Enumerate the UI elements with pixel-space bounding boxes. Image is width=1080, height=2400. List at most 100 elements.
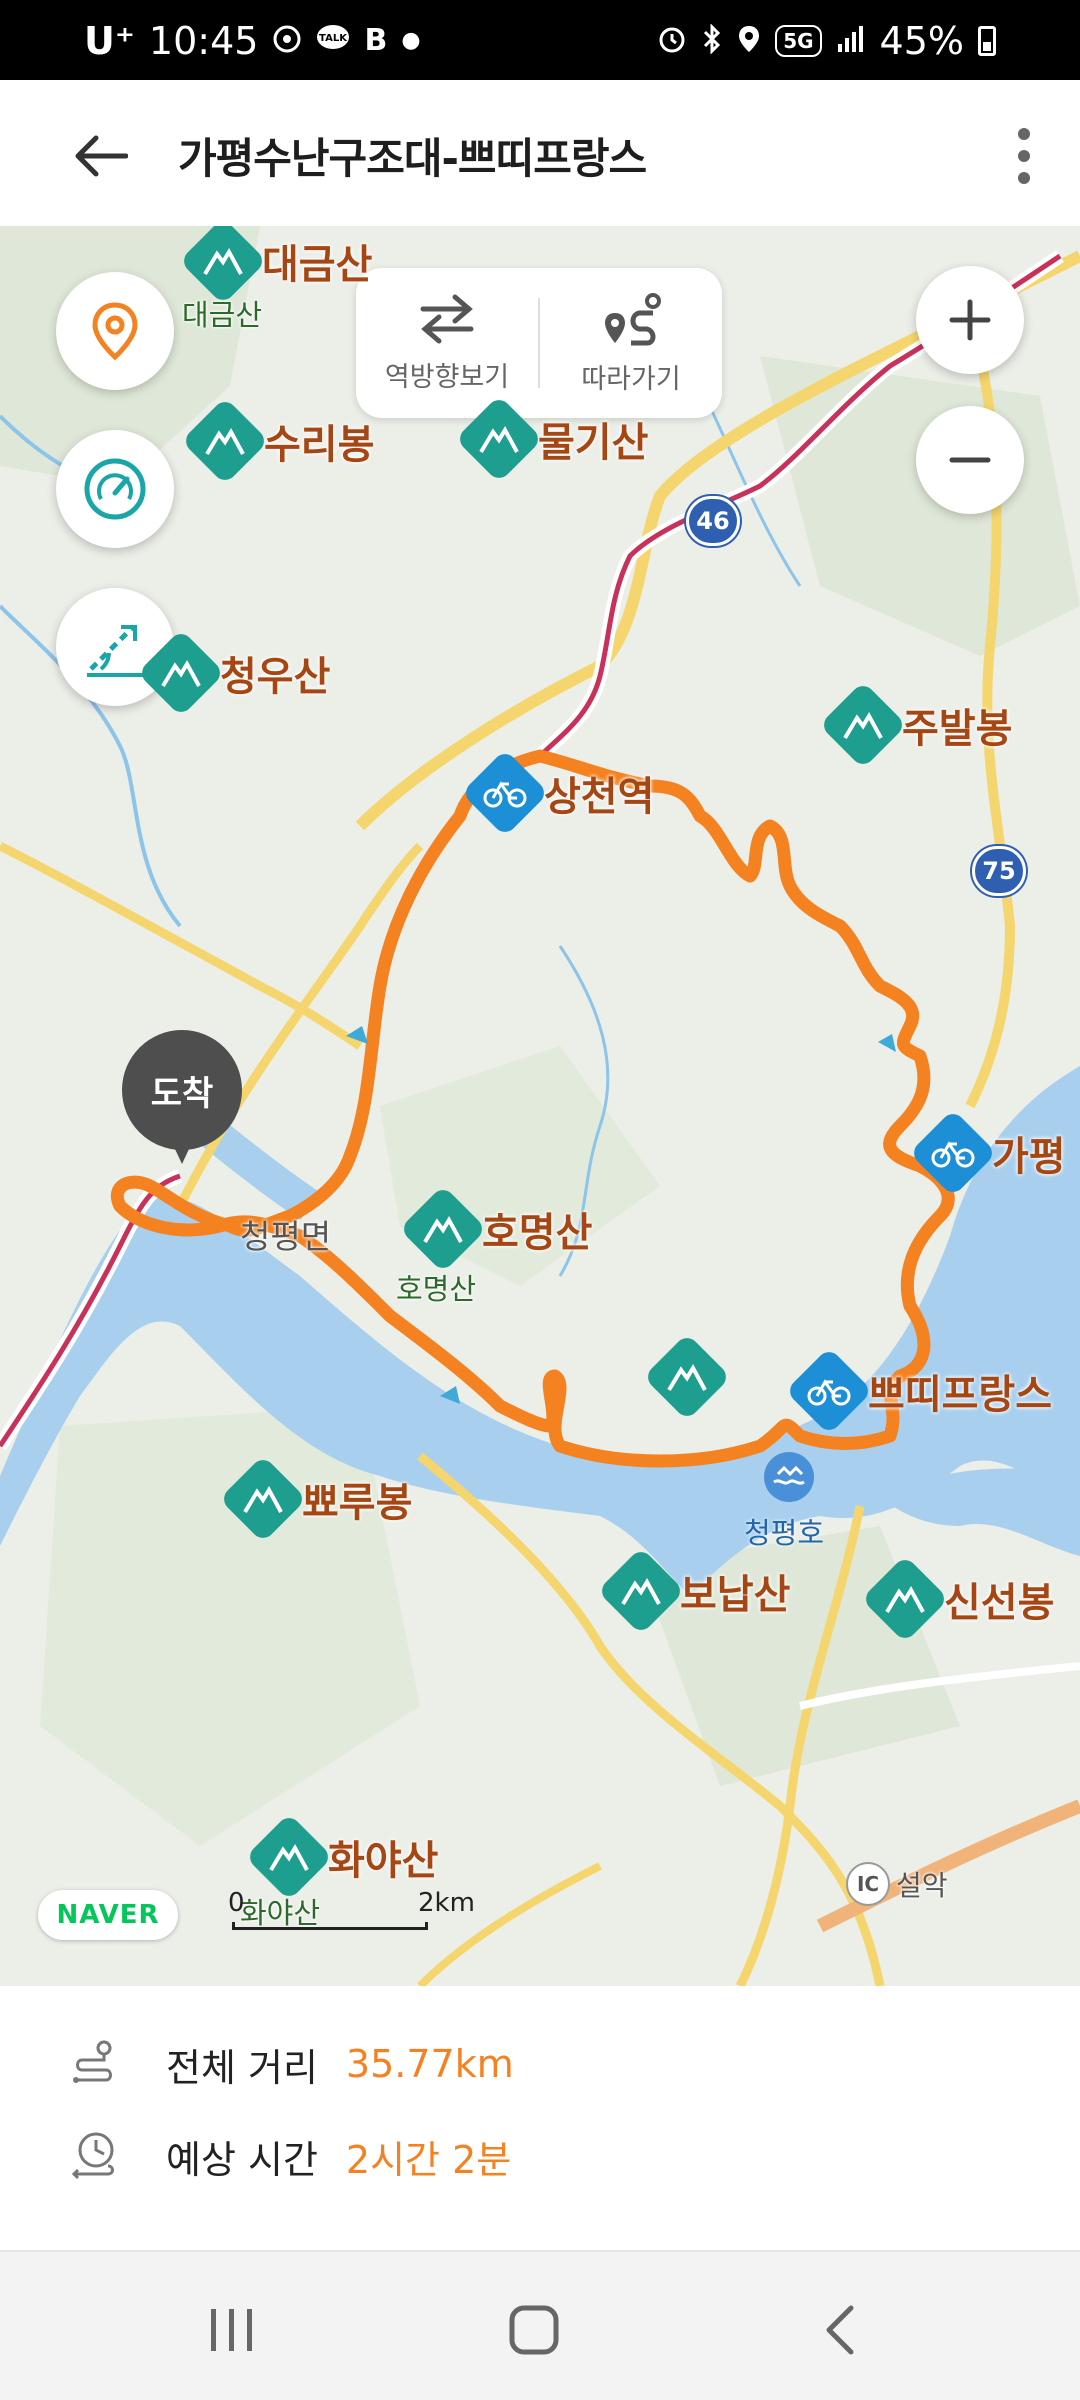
bluetooth-icon [701, 22, 723, 59]
zoom-in-button[interactable] [916, 266, 1024, 374]
reverse-direction-button[interactable]: 역방향보기 [356, 268, 538, 418]
place-label: 주발봉 [902, 706, 1013, 752]
interchange-badge: IC [846, 1862, 890, 1906]
place-label: 뾰루봉 [302, 1480, 413, 1526]
place-bonapsan[interactable]: 보납산 [597, 1547, 791, 1635]
signal-icon [836, 24, 866, 59]
slope-icon [87, 625, 143, 677]
back-button[interactable] [64, 120, 136, 192]
distance-row: 전체 거리 35.77km [66, 2032, 514, 2096]
recents-button[interactable] [182, 2280, 282, 2380]
route-distance-icon [66, 2036, 122, 2092]
zoom-out-button[interactable] [916, 406, 1024, 514]
interchange-label: IC [856, 1872, 880, 1896]
back-icon [826, 2305, 854, 2355]
lake-label-cheongpyeong: 청평호 [744, 1516, 825, 1550]
route-toolbox: 역방향보기 따라가기 [356, 268, 722, 418]
mountain-icon [597, 1547, 685, 1635]
reverse-direction-label: 역방향보기 [384, 361, 510, 393]
road-shield-46: 46 [686, 496, 740, 546]
place-label: 보납산 [680, 1572, 791, 1618]
place-label: 가평 [992, 1134, 1066, 1180]
arrival-label: 도착 [150, 1073, 214, 1114]
app-header: 가평수난구조대-쁘띠프랑스 [0, 80, 1080, 226]
more-menu-button[interactable] [988, 120, 1060, 192]
area-label-cheongpyeong: 청평면 [240, 1217, 332, 1256]
network-type-badge: 5G [775, 25, 822, 57]
scale-bar [232, 1922, 428, 1930]
scale-max-label: 2km [418, 1888, 475, 1918]
location-pin-icon [92, 302, 138, 361]
road-shield-75: 75 [972, 846, 1026, 896]
place-suribong[interactable]: 수리봉 [181, 397, 374, 485]
battery-percent: 45% [879, 19, 964, 63]
distance-value: 35.77km [345, 2042, 514, 2086]
place-cheongusan[interactable]: 청우산 [137, 629, 331, 717]
mountain-icon [643, 1333, 731, 1421]
bicycle-icon [909, 1109, 997, 1197]
arrival-pin[interactable]: 도착 [122, 1030, 242, 1174]
place-sangcheon-station[interactable]: 상천역 [461, 749, 654, 837]
swap-arrows-icon [420, 294, 474, 343]
system-nav-bar [0, 2250, 1080, 2400]
mountain-icon [399, 1185, 487, 1273]
more-notifications-icon: ● [401, 28, 421, 53]
scale-zero-label: 0 [228, 1888, 245, 1918]
place-petite-france[interactable]: 쁘띠프랑스 [785, 1347, 1052, 1435]
speed-mode-button[interactable] [56, 430, 174, 548]
mountain-icon [455, 395, 543, 483]
seorak-label: 설악 [896, 1869, 948, 1902]
mountain-icon [181, 397, 269, 485]
my-location-button[interactable] [56, 272, 174, 390]
bicycle-icon [785, 1347, 873, 1435]
place-label: 화야산 [328, 1838, 439, 1884]
place-sinseonbong[interactable]: 신선봉 [861, 1555, 1055, 1643]
place-ppyorubong[interactable]: 뾰루봉 [219, 1455, 413, 1543]
status-left: U⁺ 10:45 TALK B ● [84, 18, 421, 64]
place-sublabel-homyeongsan: 호명산 [396, 1272, 477, 1306]
bicycle-icon [461, 749, 549, 837]
home-button[interactable] [484, 2280, 584, 2380]
place-label: 쁘띠프랑스 [868, 1372, 1052, 1418]
place-label: 청우산 [220, 654, 331, 700]
arrival-pin-body: 도착 [122, 1030, 242, 1150]
place-hwayasan[interactable]: 화야산 [245, 1813, 439, 1901]
place-homyeongsan[interactable]: 호명산 [399, 1185, 593, 1273]
alarm-icon [657, 24, 687, 59]
status-bar: U⁺ 10:45 TALK B ● 5G 45% [0, 0, 1080, 80]
mountain-icon [861, 1555, 949, 1643]
arrival-pin-tip [168, 1134, 196, 1164]
distance-label: 전체 거리 [166, 2045, 318, 2090]
place-mulgisan[interactable]: 물기산 [455, 395, 648, 483]
map-view[interactable]: 역방향보기 따라가기 46 75 대금산 대금산 수리봉 물기산 청우산 주발봉 [0, 226, 1080, 1986]
place-label: 신선봉 [944, 1580, 1055, 1626]
carrier-label: U⁺ [84, 19, 135, 63]
naver-logo: NAVER [38, 1890, 178, 1940]
follow-route-button[interactable]: 따라가기 [540, 268, 722, 418]
status-right: 5G 45% [657, 18, 996, 64]
minus-icon [949, 457, 991, 463]
svg-text:TALK: TALK [319, 33, 348, 44]
follow-route-icon [605, 292, 661, 345]
time-value: 2시간 2분 [345, 2137, 512, 2182]
home-icon [509, 2305, 559, 2355]
place-label: 호명산 [482, 1210, 593, 1256]
page-title: 가평수난구조대-쁘띠프랑스 [178, 133, 647, 183]
clock: 10:45 [148, 19, 259, 63]
bike-app-icon [272, 24, 302, 59]
nav-back-button[interactable] [790, 2280, 890, 2380]
blog-icon: B [364, 23, 388, 58]
place-jubalbong[interactable]: 주발봉 [819, 681, 1013, 769]
place-daegeumsan[interactable]: 대금산 [179, 226, 373, 305]
route-info-panel: 전체 거리 35.77km 예상 시간 2시간 2분 [0, 1986, 1080, 2250]
time-label: 예상 시간 [166, 2137, 318, 2182]
kakaotalk-icon: TALK [316, 24, 350, 59]
place-label: 대금산 [262, 242, 373, 288]
location-icon [737, 24, 761, 59]
place-gapyeong[interactable]: 가평 [909, 1109, 1066, 1197]
place-mountain-unnamed[interactable] [643, 1333, 731, 1421]
place-sublabel-daegeumsan: 대금산 [182, 298, 263, 332]
lake-icon [764, 1452, 814, 1502]
arrow-left-icon [75, 135, 128, 177]
follow-route-label: 따라가기 [581, 363, 681, 395]
